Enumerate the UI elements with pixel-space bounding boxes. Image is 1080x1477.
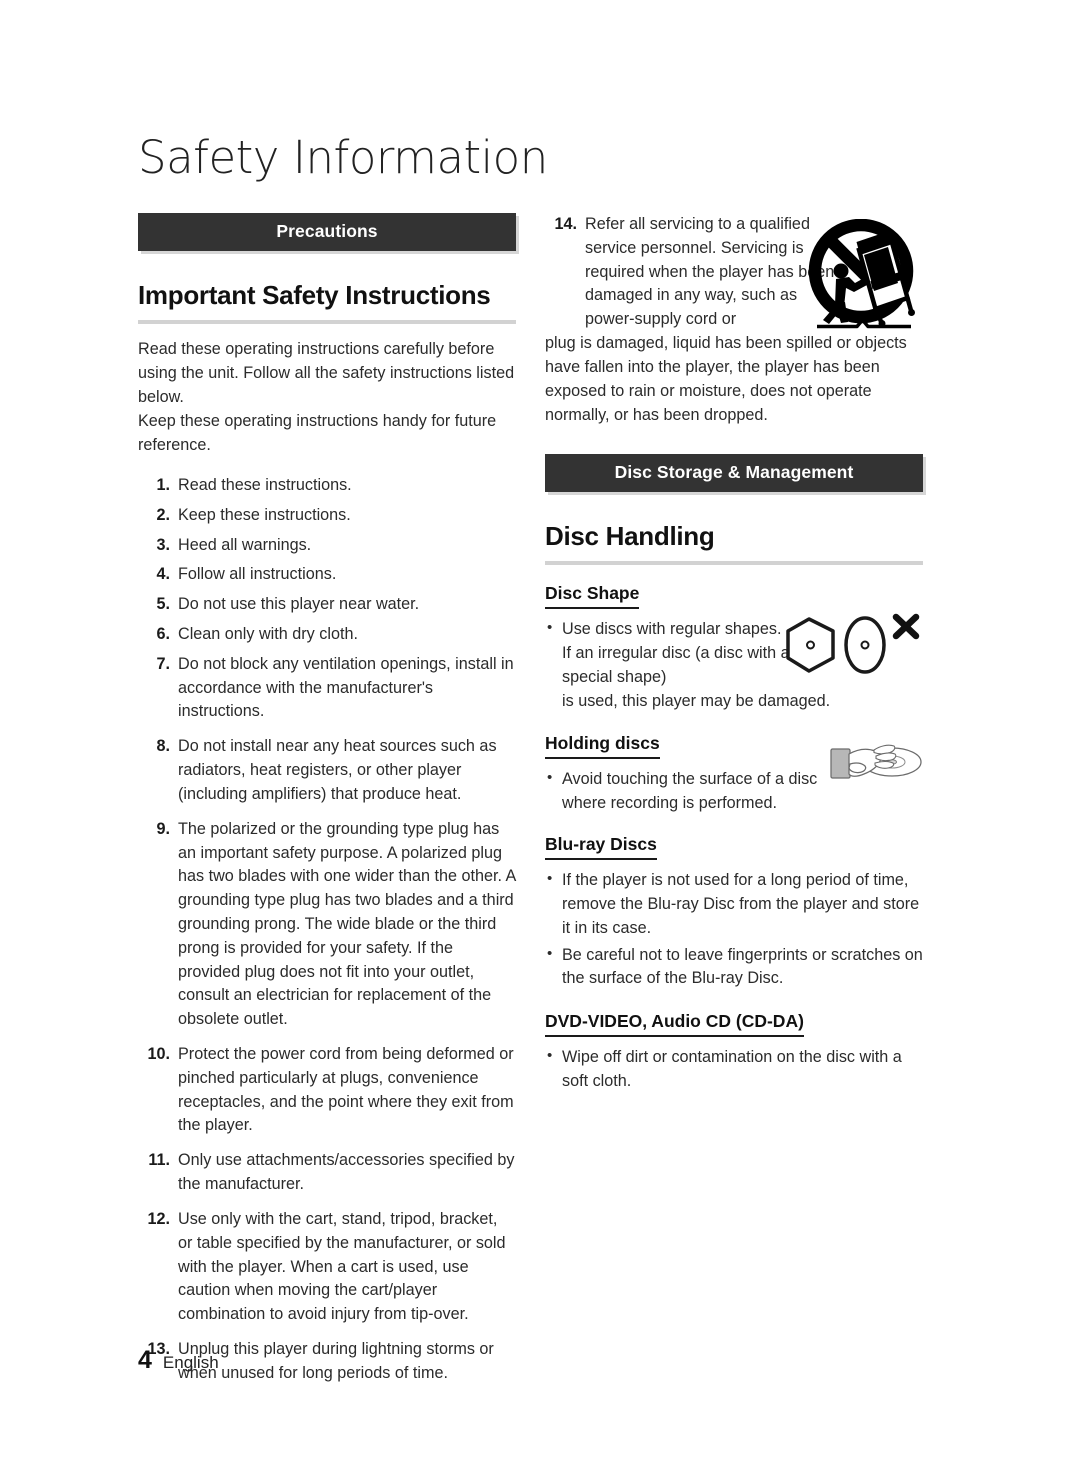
list-item: 12. Use only with the cart, stand, tripod… [138, 1208, 516, 1327]
bullet-dot: • [547, 1047, 553, 1065]
list-item-number: 10. [147, 1045, 170, 1064]
list-item-number: 14. [554, 215, 577, 233]
list-item-text: Heed all warnings. [178, 535, 312, 554]
list-item-number: 6. [156, 625, 170, 644]
bullet-dot: • [547, 619, 553, 637]
heading-rule [545, 561, 923, 566]
irregular-disc-shapes-icon [785, 612, 925, 680]
list-item-text: Do not use this player near water. [178, 595, 420, 614]
heading-rule [138, 320, 516, 325]
subheading-disc-shape: Disc Shape [545, 583, 640, 610]
section-bar-disc-storage: Disc Storage & Management [545, 453, 923, 493]
list-item-text: Keep these instructions. [178, 505, 351, 524]
list-item: 2. Keep these instructions. [138, 504, 516, 528]
list-item-number: 3. [156, 535, 170, 554]
document-page: Safety Information Precautions Important… [0, 0, 1080, 1477]
subheading-holding-discs: Holding discs [545, 733, 660, 760]
list-item: 5. Do not use this player near water. [138, 593, 516, 617]
list-item-text: Protect the power cord from being deform… [178, 1045, 514, 1135]
list-item-text: Use discs with regular shapes. If an irr… [562, 620, 790, 686]
list-item-text: Follow all instructions. [178, 565, 337, 584]
subheading-blu-ray-discs: Blu-ray Discs [545, 834, 657, 861]
footer-page-number: 4 [138, 1346, 152, 1374]
list-item: 10. Protect the power cord from being def… [138, 1043, 516, 1138]
list-item: 7. Do not block any ventilation openings,… [138, 653, 516, 724]
list-item: • Wipe off dirt or contamination on the … [545, 1046, 923, 1094]
list-item-number: 8. [156, 737, 170, 756]
list-item-number: 7. [156, 654, 170, 673]
hand-holding-disc-icon [828, 736, 924, 788]
footer-language: English [162, 1353, 219, 1372]
list-item-text: Wipe off dirt or contamination on the di… [562, 1048, 902, 1090]
left-column: Precautions Important Safety Instruction… [138, 213, 516, 1397]
list-item-number: 4. [156, 565, 170, 584]
list-item: 4. Follow all instructions. [138, 563, 516, 587]
dvd-video-bullets: • Wipe off dirt or contamination on the … [545, 1046, 923, 1094]
list-item-number: 5. [156, 595, 170, 614]
intro-paragraph-1: Read these operating instructions carefu… [138, 340, 515, 407]
list-item-number: 12. [147, 1209, 170, 1228]
list-item-text: Read these instructions. [178, 475, 352, 494]
list-item-text: The polarized or the grounding type plug… [178, 819, 516, 1029]
list-item: 11. Only use attachments/accessories spec… [138, 1149, 516, 1197]
disc-shape-bullet-continued: is used, this player may be damaged. [562, 691, 831, 710]
list-item: • Be careful not to leave fingerprints o… [545, 944, 923, 992]
list-item-text: Do not block any ventilation openings, i… [178, 654, 514, 721]
list-item: 9. The polarized or the grounding type pl… [138, 818, 516, 1032]
list-item-text: Do not install near any heat sources suc… [178, 737, 497, 803]
list-item-number: 2. [156, 505, 170, 524]
item-14-continued-text: plug is damaged, liquid has been spilled… [545, 334, 907, 424]
list-item-text: Use only with the cart, stand, tripod, b… [178, 1209, 506, 1324]
list-item: 6. Clean only with dry cloth. [138, 623, 516, 647]
list-item-number: 1. [156, 475, 170, 494]
list-item-text: Only use attachments/accessories specifi… [178, 1151, 515, 1194]
bullet-dot: • [547, 944, 553, 962]
intro-paragraph-2: Keep these operating instructions handy … [138, 412, 497, 455]
list-item-number: 9. [156, 819, 170, 838]
list-item: 1. Read these instructions. [138, 474, 516, 498]
list-item-text: Be careful not to leave fingerprints or … [562, 945, 923, 988]
list-item-text: Avoid touching the surface of a disc whe… [562, 770, 818, 813]
list-item-text: Clean only with dry cloth. [178, 625, 358, 644]
page-title: Safety Information [138, 131, 548, 184]
blu-ray-discs-bullets: • If the player is not used for a long p… [545, 869, 923, 991]
heading-important-safety-instructions: Important Safety Instructions [138, 280, 491, 311]
subheading-dvd-video-audio-cd: DVD-VIDEO, Audio CD (CD-DA) [545, 1011, 804, 1038]
bullet-dot: • [547, 769, 553, 787]
no-cart-tipover-warning-icon [805, 218, 920, 334]
section-bar-precautions: Precautions [138, 213, 516, 252]
list-item: 8. Do not install near any heat sources s… [138, 735, 516, 806]
page-footer: 4 English [138, 1348, 219, 1373]
safety-instruction-list: 1. Read these instructions. 2. Keep these … [138, 474, 516, 1386]
list-item: 3. Heed all warnings. [138, 534, 516, 558]
bullet-dot: • [547, 870, 553, 888]
list-item: • If the player is not used for a long p… [545, 869, 923, 940]
list-item-text: If the player is not used for a long per… [562, 871, 920, 937]
list-item-text: Unplug this player during lightning stor… [178, 1339, 494, 1382]
list-item-number: 11. [148, 1151, 170, 1170]
heading-disc-handling: Disc Handling [545, 521, 715, 552]
